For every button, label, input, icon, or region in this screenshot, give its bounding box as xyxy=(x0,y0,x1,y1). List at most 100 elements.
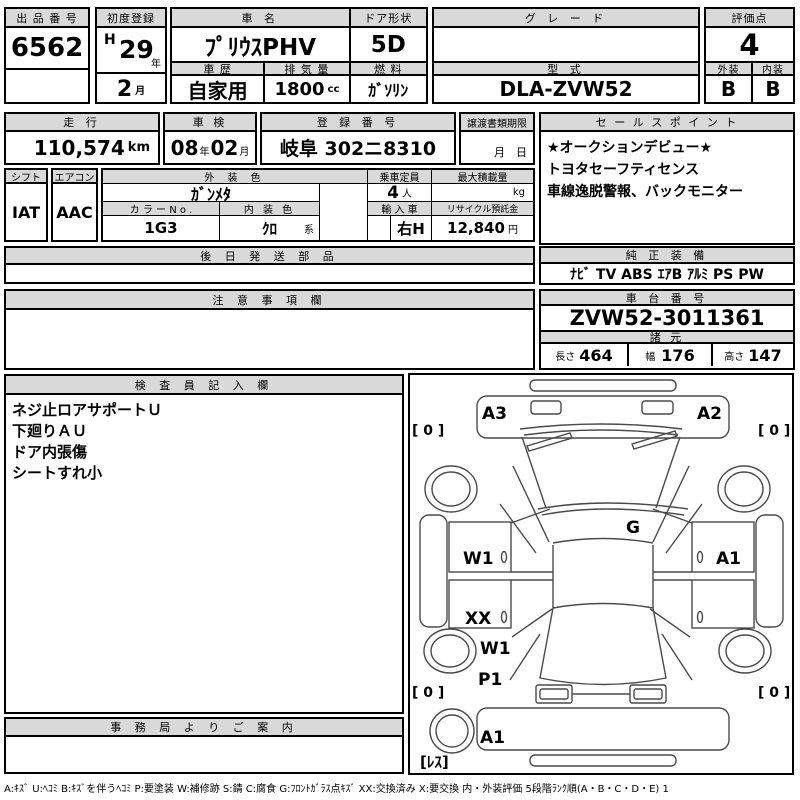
score-value: 4 xyxy=(739,28,760,61)
damage-label-glass: G xyxy=(626,518,640,538)
exterior-grade-value: B xyxy=(720,77,737,101)
shift-header: シフト xyxy=(6,170,46,184)
history-value: 自家用 xyxy=(187,78,248,103)
displacement-unit: cc xyxy=(327,83,340,95)
tire-depth-front-right: [ 0 ] xyxy=(758,423,790,439)
registration-number-header: 登 録 番 号 xyxy=(262,114,454,132)
chassis-number-box: 車 台 番 号 ZVW52-3011361 諸 元 長さ 464 幅 176 高… xyxy=(539,289,795,370)
rear-window xyxy=(539,602,667,686)
displacement-value: 1800 cc xyxy=(263,76,348,102)
shaken-box: 車 検 08 年 02 月 xyxy=(163,112,257,165)
grade-box: グ レ ー ド 型 式 DLA-ZVW52 xyxy=(432,7,700,104)
model-code-value: DLA-ZVW52 xyxy=(499,77,633,101)
wheel-front-left-inner xyxy=(431,471,471,507)
model-code-header: 型 式 xyxy=(434,61,698,76)
import-car-header: 輸 入 車 xyxy=(368,202,432,216)
max-load-header: 最大積載量 xyxy=(432,170,533,184)
caution-box: 注 意 事 項 欄 xyxy=(4,289,535,370)
factory-equipment-box: 純 正 装 備 ﾅﾋﾞ TV ABS ｴｱB ｱﾙﾐ PS PW xyxy=(539,246,795,285)
c-pillar-right xyxy=(661,633,693,681)
wheel-front-right-inner xyxy=(724,471,764,507)
caution-header: 注 意 事 項 欄 xyxy=(6,291,533,310)
interior-color-value: ｸﾛ 系 xyxy=(220,216,320,240)
windshield-edge-right xyxy=(655,436,681,509)
cowl-line xyxy=(519,423,683,430)
grade-value xyxy=(434,28,698,61)
color-no-header: カ ラ ー N o . xyxy=(103,202,220,216)
rocker-panel-left xyxy=(419,514,448,628)
interior-color-header: 内 装 色 xyxy=(220,202,320,216)
inspector-notes-header: 検 査 員 記 入 欄 xyxy=(6,376,402,395)
max-load-value: kg xyxy=(432,184,533,202)
c-pillar-left xyxy=(511,608,553,638)
recycle-deposit-value: 12,840 円 xyxy=(447,219,518,237)
reg-month: 2 xyxy=(116,76,133,102)
mileage-value: 110,574 km xyxy=(33,135,150,160)
cowl-line xyxy=(523,429,679,436)
damage-label-quarter-left: W1 xyxy=(480,639,511,659)
specs-row: 長さ 464 幅 176 高さ 147 xyxy=(541,344,793,366)
inspector-note-line: 下廻りＡＵ xyxy=(12,422,88,440)
tire-depth-rear-right: [ 0 ] xyxy=(758,685,790,701)
door-handle xyxy=(696,610,704,624)
lot-number-header: 出 品 番 号 xyxy=(6,9,88,28)
damage-label-rear-door-left: XX xyxy=(465,609,491,629)
mileage-unit: km xyxy=(127,140,150,155)
wheel-rear-right-inner xyxy=(725,634,765,668)
taillight-left xyxy=(535,684,573,704)
first-registration-year: H 29 年 xyxy=(97,28,165,74)
year-unit: 年 xyxy=(151,59,161,70)
interior-grade-value: B xyxy=(751,76,793,102)
score-header: 評価点 xyxy=(706,9,793,28)
interior-grade-header: 内装 xyxy=(751,61,793,76)
wheel-front-right xyxy=(717,465,771,513)
chassis-number-header: 車 台 番 号 xyxy=(541,291,793,306)
damage-code-legend: A:ｷｽﾞ U:ﾍｺﾐ B:ｷｽﾞを伴うﾍｺﾐ P:要塗装 W:補修跡 S:錆 … xyxy=(4,784,669,795)
spec-width: 幅 176 xyxy=(627,344,711,366)
car-diagram-svg: A3 A2 [ 0 ] [ 0 ] G W1 A1 XX W1 P1 [ 0 ]… xyxy=(412,379,790,771)
hood-panel xyxy=(476,395,730,439)
registration-number-box: 登 録 番 号 岐阜 302ニ8310 xyxy=(260,112,456,165)
inspector-note-line: ネジ止ロアサポートＵ xyxy=(12,401,163,419)
exterior-color-header: 外 装 色 xyxy=(103,170,368,184)
sales-point-line: トヨタセーフティセンス xyxy=(547,162,700,178)
grade-header: グ レ ー ド xyxy=(434,9,698,28)
damage-label-rear-bumper: A1 xyxy=(480,728,505,748)
spare-tire-label: [ﾚｽ] xyxy=(420,753,449,771)
fuel-header: 燃 料 xyxy=(348,61,426,76)
door-handle xyxy=(500,550,508,564)
import-car-value: 右H xyxy=(368,216,432,240)
exterior-grade-header: 外装 xyxy=(706,61,751,76)
exterior-color-value: ｶﾞﾝﾒﾀ xyxy=(103,184,320,202)
inspector-notes-content: ネジ止ロアサポートＵ 下廻りＡＵ ドア内張傷 シートすれ小 xyxy=(6,395,402,489)
front-bumper-strip xyxy=(529,379,677,392)
mileage-box: 走 行 110,574 km xyxy=(4,112,160,165)
era-code: H xyxy=(104,32,116,48)
door-shape-header: ドア形状 xyxy=(348,9,426,28)
transfer-deadline-box: 譲渡書類期限 月 日 xyxy=(459,112,535,165)
aircon-header: エアコン xyxy=(53,170,96,184)
damage-label-front-door-left: W1 xyxy=(463,549,494,569)
door-top-line-right xyxy=(652,508,693,524)
roof-front-edge xyxy=(552,537,654,544)
first-registration-header: 初度登録 xyxy=(97,9,165,28)
taillight-right-inner xyxy=(633,688,663,700)
c-pillar-left xyxy=(509,633,541,681)
spare-tire-inner xyxy=(435,714,469,748)
factory-equipment-value: ﾅﾋﾞ TV ABS ｴｱB ｱﾙﾐ PS PW xyxy=(570,266,764,283)
rocker-panel-right xyxy=(755,514,784,628)
inspector-note-line: シートすれ小 xyxy=(12,464,103,482)
color-no-value: 1G3 xyxy=(103,216,220,240)
sales-points-content: ★オークションデビュー★ トヨタセーフティセンス 車線逸脱警報、バックモニター xyxy=(541,132,793,208)
shift-box: シフト IAT xyxy=(4,168,48,242)
recycle-deposit-header: リサイクル預託金 xyxy=(432,202,533,216)
inspector-notes-box: 検 査 員 記 入 欄 ネジ止ロアサポートＵ 下廻りＡＵ ドア内張傷 シートすれ… xyxy=(4,374,404,714)
hood-vent-right xyxy=(641,400,674,415)
a-pillar-right xyxy=(665,503,703,554)
lot-number-extra-cell xyxy=(6,70,88,100)
rear-bumper-strip xyxy=(529,754,677,767)
history-header: 車 歴 xyxy=(172,61,264,76)
auction-sheet: 出 品 番 号 6562 初度登録 H 29 年 2 月 車 名 ドア形状 ﾌﾟ… xyxy=(0,0,800,800)
wiper-left xyxy=(526,432,573,452)
hood-vent-left xyxy=(530,400,562,415)
